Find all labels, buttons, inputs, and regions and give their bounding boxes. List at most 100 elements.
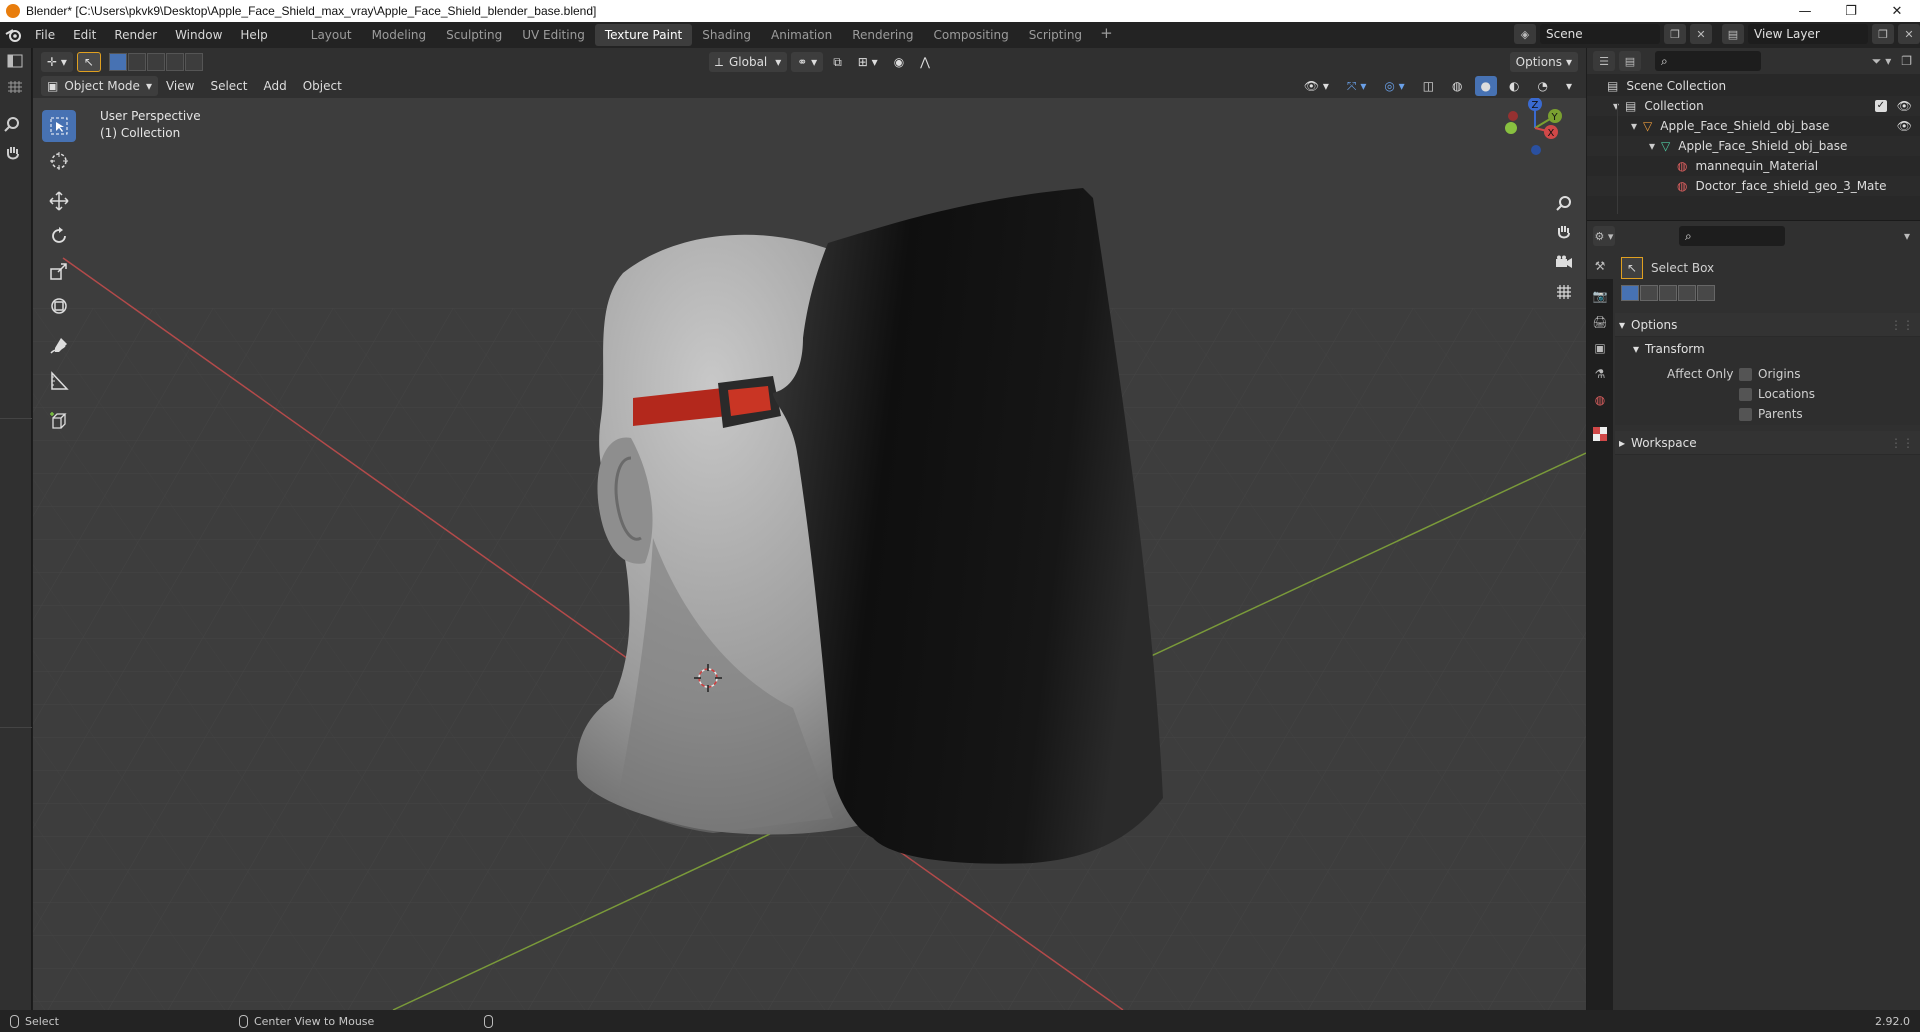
minimize-button[interactable]: — [1782, 0, 1828, 22]
tab-layout[interactable]: Layout [301, 24, 362, 46]
tab-scripting[interactable]: Scripting [1019, 24, 1092, 46]
maximize-button[interactable]: ❐ [1828, 0, 1874, 22]
select-invert-icon[interactable] [165, 53, 184, 71]
visibility-dropdown[interactable]: 👁 ▾ [1298, 76, 1335, 96]
select-set-icon[interactable] [108, 53, 127, 71]
exclude-checkbox-icon[interactable]: ✓ [1874, 100, 1887, 112]
view-layer-field[interactable]: View Layer [1748, 24, 1868, 44]
editor-type-icon[interactable] [7, 54, 23, 71]
tool-settings-tab-icon[interactable]: ⚒ [1587, 253, 1613, 279]
falloff-icon[interactable]: ⋀ [914, 52, 936, 72]
xray-toggle-icon[interactable]: ◫ [1417, 76, 1440, 96]
world-tab-icon[interactable]: ◍ [1587, 387, 1613, 413]
outliner-row-object[interactable]: ▾ ▽ Apple_Face_Shield_obj_base 👁 [1587, 116, 1920, 136]
close-button[interactable]: ✕ [1874, 0, 1920, 22]
workspace-panel-header[interactable]: ▸ Workspace ⋮⋮ [1615, 431, 1920, 455]
drag-handle-icon[interactable]: ⋮⋮ [1890, 436, 1914, 450]
select-intersect-icon[interactable] [1697, 285, 1715, 301]
outliner-row-collection[interactable]: ▾ ▤ Collection ✓ 👁 [1587, 96, 1920, 116]
solid-shading-icon[interactable]: ● [1474, 76, 1497, 96]
menu-add[interactable]: Add [255, 79, 294, 93]
material-shading-icon[interactable]: ◐ [1503, 76, 1525, 96]
mode-dropdown[interactable]: ▣ Object Mode ▾ [41, 76, 158, 96]
delete-view-layer-icon[interactable]: ✕ [1898, 24, 1920, 44]
snap-toggle-icon[interactable]: ⧉ [827, 52, 848, 72]
select-subtract-icon[interactable] [1659, 285, 1677, 301]
chevron-down-icon[interactable]: ▾ [1904, 229, 1910, 243]
transform-icon[interactable] [42, 290, 76, 322]
menu-render[interactable]: Render [105, 22, 166, 48]
select-box-icon[interactable] [42, 110, 76, 142]
pivot-point-dropdown[interactable]: ⚭ ▾ [791, 52, 824, 72]
menu-edit[interactable]: Edit [64, 22, 105, 48]
expand-arrow-icon[interactable]: ▾ [1631, 119, 1637, 133]
tab-rendering[interactable]: Rendering [842, 24, 923, 46]
shading-options-dropdown[interactable]: ▾ [1560, 76, 1578, 96]
overlay-toggle-icon[interactable]: ◎ ▾ [1378, 76, 1410, 96]
new-collection-icon[interactable]: ❐ [1901, 54, 1912, 68]
zoom-icon[interactable] [4, 116, 20, 135]
delete-scene-icon[interactable]: ✕ [1690, 24, 1712, 44]
options-dropdown[interactable]: Options ▾ [1509, 52, 1578, 72]
zoom-view-icon[interactable] [1552, 191, 1576, 215]
tab-texture-paint[interactable]: Texture Paint [594, 24, 693, 46]
outliner-search-input[interactable]: ⌕ [1655, 51, 1761, 71]
tab-compositing[interactable]: Compositing [923, 24, 1018, 46]
selection-mode-buttons[interactable] [108, 53, 204, 71]
tab-sculpting[interactable]: Sculpting [436, 24, 512, 46]
select-extend-icon[interactable] [127, 53, 146, 71]
select-invert-icon[interactable] [1678, 285, 1696, 301]
checkbox-box[interactable] [1739, 387, 1752, 401]
transform-subpanel-header[interactable]: ▾ Transform [1615, 337, 1920, 361]
tab-shading[interactable]: Shading [692, 24, 761, 46]
output-tab-icon[interactable]: 🖨 [1587, 309, 1613, 335]
checkbox-box[interactable] [1739, 367, 1752, 381]
pan-hand-icon[interactable] [4, 144, 22, 165]
proportional-edit-icon[interactable]: ◉ [888, 52, 910, 72]
snap-target-dropdown[interactable]: ⊞ ▾ [852, 52, 884, 72]
texture-tab-icon[interactable] [1587, 421, 1613, 447]
select-intersect-icon[interactable] [184, 53, 203, 71]
properties-editor-type-icon[interactable]: ⚙ ▾ [1593, 226, 1615, 246]
properties-search-input[interactable]: ⌕ [1679, 226, 1785, 246]
scale-icon[interactable] [42, 255, 76, 287]
tab-uv-editing[interactable]: UV Editing [512, 24, 595, 46]
display-mode-dropdown[interactable]: ▤ [1619, 51, 1641, 71]
navigation-gizmo[interactable]: Z Y X [1505, 98, 1562, 155]
menu-view[interactable]: View [158, 79, 202, 93]
select-tool-icon[interactable]: ↖ [76, 52, 101, 72]
annotate-icon[interactable] [42, 330, 76, 362]
transform-orientation-dropdown[interactable]: ⟂ Global ▾ [708, 52, 788, 72]
filter-icon[interactable]: ⏷ ▾ [1872, 54, 1891, 69]
add-cube-icon[interactable] [42, 405, 76, 437]
outliner-row-mesh[interactable]: ▾ ▽ Apple_Face_Shield_obj_base [1587, 136, 1920, 156]
select-box-tool-icon[interactable]: ↖ [1621, 257, 1643, 279]
measure-icon[interactable] [42, 365, 76, 397]
camera-view-icon[interactable] [1552, 250, 1576, 274]
select-subtract-icon[interactable] [146, 53, 165, 71]
origins-checkbox[interactable]: Origins [1739, 367, 1801, 381]
tab-animation[interactable]: Animation [761, 24, 842, 46]
cursor-icon[interactable] [42, 145, 76, 177]
move-icon[interactable] [42, 185, 76, 217]
scene-name-field[interactable]: Scene [1540, 24, 1660, 44]
menu-select[interactable]: Select [202, 79, 255, 93]
tab-modeling[interactable]: Modeling [362, 24, 437, 46]
grid-editor-icon[interactable] [7, 80, 23, 97]
menu-window[interactable]: Window [166, 22, 231, 48]
gizmo-toggle-icon[interactable]: ⤧ ▾ [1341, 76, 1372, 96]
pan-view-hand-icon[interactable] [1552, 220, 1576, 244]
outliner-row-scene-collection[interactable]: ▤ Scene Collection [1587, 76, 1920, 96]
view-layer-browse-icon[interactable]: ▤ [1722, 24, 1744, 44]
menu-file[interactable]: File [26, 22, 64, 48]
add-workspace-button[interactable]: + [1092, 24, 1121, 46]
expand-arrow-icon[interactable]: ▾ [1649, 139, 1655, 153]
editor-type-dropdown[interactable]: ✛ ▾ [41, 52, 73, 72]
scene-browse-icon[interactable]: ◈ [1514, 24, 1536, 44]
outliner-row-material-1[interactable]: ◍ mannequin_Material [1587, 156, 1920, 176]
locations-checkbox[interactable]: Locations [1739, 387, 1815, 401]
rendered-shading-icon[interactable]: ◔ [1531, 76, 1553, 96]
rotate-icon[interactable] [42, 220, 76, 252]
menu-help[interactable]: Help [231, 22, 276, 48]
3d-viewport[interactable]: Z Y X User Perspective (1) Collection [33, 98, 1586, 1010]
